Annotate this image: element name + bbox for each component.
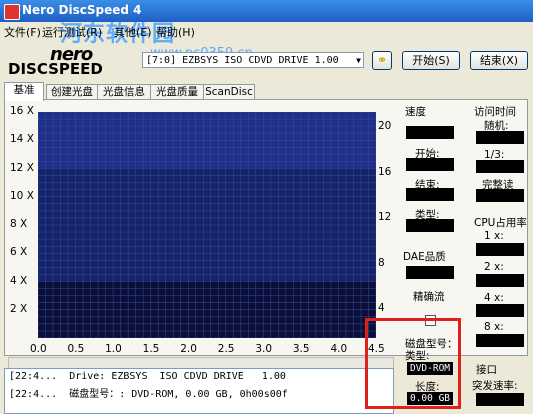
tab-disc-info[interactable]: 光盘信息: [97, 84, 151, 100]
app-icon: [4, 4, 20, 20]
cpu-2x-display: [476, 274, 524, 287]
tab-create-disc[interactable]: 创建光盘: [46, 84, 98, 100]
y-right-tick-label: 20: [378, 120, 392, 132]
end-display: [406, 188, 454, 201]
menu-file[interactable]: 文件(F): [4, 24, 41, 40]
drive-select-value: [7:0] EZBSYS ISO CDVD DRIVE 1.00: [146, 55, 339, 66]
x-tick-label: 3.5: [292, 343, 310, 355]
cpu-4x-label: 4 x:: [484, 292, 504, 304]
dae-display: [406, 266, 454, 279]
x-tick-label: 3.0: [255, 343, 273, 355]
tab-benchmark[interactable]: 基准: [4, 82, 44, 101]
speed-chart: [38, 112, 376, 338]
y-tick-label: 14 X: [10, 133, 34, 146]
y-tick-label: 10 X: [10, 189, 34, 202]
y-tick-label: 4 X: [10, 274, 28, 287]
cpu-4x-display: [476, 304, 524, 317]
y-tick-label: 12 X: [10, 161, 34, 174]
menu-bar: 文件(F) 运行测试(R) 其他(E) 帮助(H): [0, 22, 533, 40]
cpu-1x-display: [476, 243, 524, 256]
y-tick-label: 8 X: [10, 218, 28, 230]
type-display: [406, 219, 454, 232]
third-display: [476, 160, 524, 173]
y-tick-label: 6 X: [10, 246, 28, 259]
full-read-display: [476, 189, 524, 202]
chevron-down-icon[interactable]: ▼: [356, 53, 361, 69]
burst-rate-display: [476, 393, 524, 406]
y-right-tick-label: 16: [378, 165, 392, 178]
cpu-2x-label: 2 x:: [484, 261, 504, 273]
y-right-tick-label: 12: [378, 211, 392, 223]
x-tick-label: 2.0: [180, 343, 197, 355]
cpu-usage-title: CPU占用率: [474, 217, 527, 229]
disc-icon: ⚭: [376, 53, 388, 67]
tab-scandisc[interactable]: ScanDisc: [203, 84, 255, 100]
x-tick-label: 4.0: [330, 343, 348, 355]
eject-button[interactable]: ⚭: [372, 51, 392, 70]
y-right-tick-label: 4: [378, 302, 385, 314]
log-entry: [22:4... Drive: EZBSYS ISO CDVD DRIVE 1.…: [9, 371, 286, 382]
menu-other[interactable]: 其他(E): [114, 24, 152, 40]
x-tick-label: 2.5: [217, 343, 235, 355]
cpu-8x-label: 8 x:: [484, 321, 504, 333]
y-right-tick-label: 8: [378, 256, 385, 269]
tab-disc-quality[interactable]: 光盘质量: [150, 84, 204, 100]
end-button[interactable]: 结束(X): [470, 51, 528, 70]
cpu-8x-display: [476, 334, 524, 347]
start-button[interactable]: 开始(S): [402, 51, 460, 70]
speed-display: [406, 126, 454, 139]
menu-help[interactable]: 帮助(H): [156, 24, 195, 40]
log-entry: [22:4... 磁盘型号：: DVD-ROM, 0.00 GB, 0h00s0…: [9, 389, 288, 400]
start-display: [406, 158, 454, 171]
access-time-title: 访问时间: [474, 106, 516, 118]
chart-grid: [38, 112, 376, 338]
x-tick-label: 0.0: [30, 343, 47, 355]
nero-logo: nero DISCSPEED: [8, 44, 103, 78]
x-tick-label: 1.5: [142, 343, 160, 355]
menu-run-test[interactable]: 运行测试(R): [42, 24, 102, 40]
x-tick-label: 0.5: [67, 343, 85, 355]
y-tick-label: 2 X: [10, 302, 28, 315]
window-title: Nero DiscSpeed 4: [22, 3, 142, 17]
log-list: [22:4... Drive: EZBSYS ISO CDVD DRIVE 1.…: [4, 368, 394, 414]
cpu-1x-label: 1 x:: [484, 230, 504, 242]
highlight-box: [365, 318, 461, 409]
speed-title: 速度: [405, 106, 426, 118]
y-tick-label: 16 X: [10, 105, 34, 117]
x-tick-label: 1.0: [105, 343, 122, 355]
burst-rate-label: 突发速率:: [472, 380, 518, 392]
accurate-stream-label: 精确流: [413, 291, 445, 303]
dae-title: DAE品质: [403, 251, 446, 263]
interface-title: 接口: [476, 364, 497, 376]
drive-select[interactable]: [7:0] EZBSYS ISO CDVD DRIVE 1.00 ▼: [142, 52, 364, 68]
random-display: [476, 131, 524, 144]
